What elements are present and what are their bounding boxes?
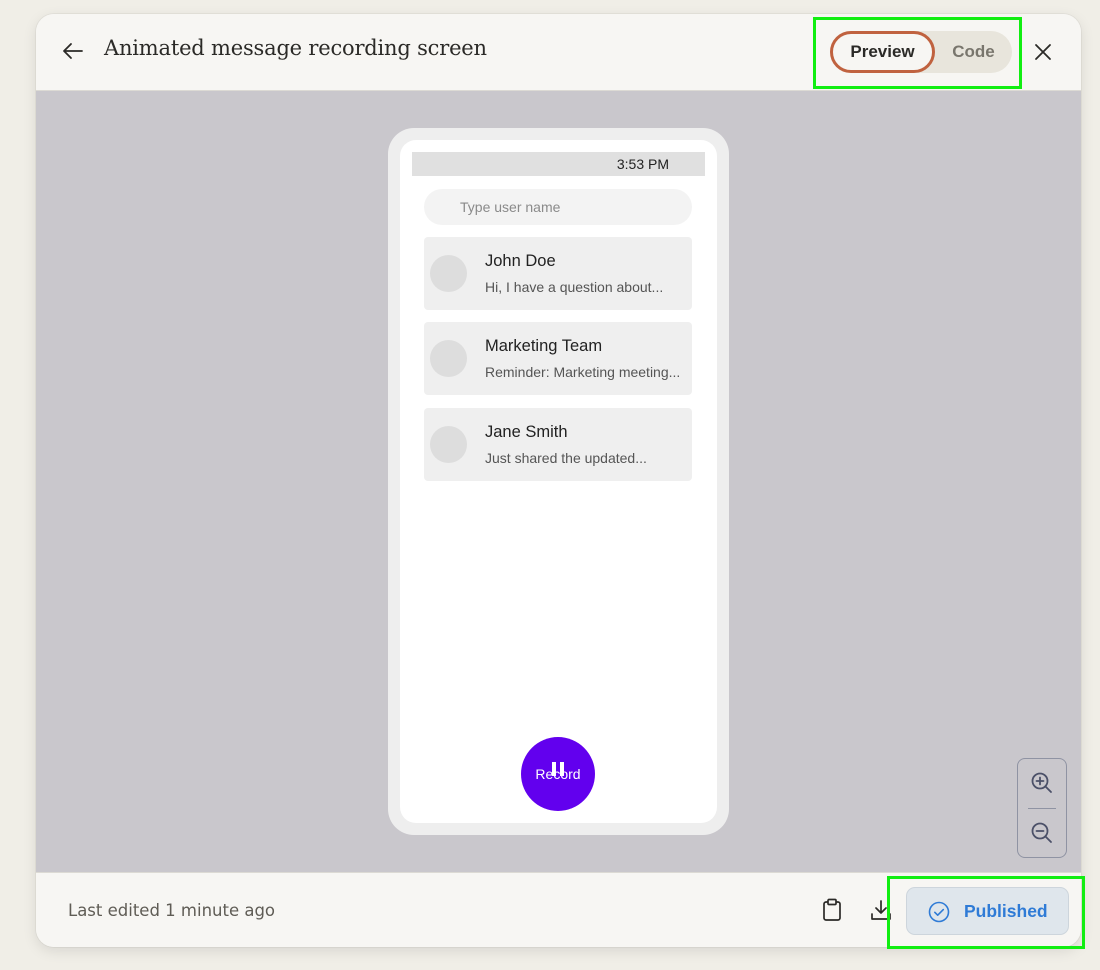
tab-code[interactable]: Code: [935, 31, 1012, 73]
chat-name: John Doe: [485, 252, 556, 270]
chat-message: Reminder: Marketing meeting...: [485, 364, 681, 380]
download-button[interactable]: [868, 897, 894, 923]
zoom-out-button[interactable]: [1018, 809, 1066, 857]
check-circle-icon: [928, 901, 950, 923]
chat-name: Jane Smith: [485, 423, 568, 441]
chat-list-item[interactable]: Jane Smith Just shared the updated...: [424, 408, 692, 481]
preview-canvas: 3:53 PM John Doe Hi, I have a question a…: [36, 91, 1081, 872]
zoom-in-icon: [1031, 772, 1052, 793]
published-label: Published: [964, 901, 1048, 921]
tab-preview[interactable]: Preview: [830, 31, 935, 73]
record-label: Record: [535, 766, 581, 782]
dialog-footer: Last edited 1 minute ago Published: [36, 872, 1081, 947]
status-time: 3:53 PM: [616, 156, 669, 172]
dialog-header: Animated message recording screen Previe…: [36, 14, 1081, 91]
zoom-out-icon: [1031, 822, 1052, 843]
chat-name: Marketing Team: [485, 337, 603, 355]
zoom-controls: [1017, 758, 1067, 858]
arrow-left-icon: [63, 43, 83, 59]
back-button[interactable]: [60, 38, 86, 64]
phone-frame: 3:53 PM John Doe Hi, I have a question a…: [388, 128, 729, 835]
download-icon: [871, 900, 891, 920]
chat-message: Just shared the updated...: [485, 450, 647, 466]
artifact-dialog: Animated message recording screen Previe…: [36, 14, 1081, 947]
avatar: [430, 426, 467, 463]
avatar: [430, 255, 467, 292]
record-button[interactable]: Record: [521, 737, 595, 811]
published-button[interactable]: Published: [906, 887, 1069, 935]
chat-list-item[interactable]: John Doe Hi, I have a question about...: [424, 237, 692, 310]
clipboard-icon: [823, 898, 841, 921]
page-title: Animated message recording screen: [104, 36, 487, 60]
copy-button[interactable]: [819, 897, 845, 923]
chat-list-item[interactable]: Marketing Team Reminder: Marketing meeti…: [424, 322, 692, 395]
chat-message: Hi, I have a question about...: [485, 279, 664, 295]
user-search-input[interactable]: [424, 189, 692, 225]
avatar: [430, 340, 467, 377]
close-button[interactable]: [1030, 39, 1056, 65]
last-edited-text: Last edited 1 minute ago: [68, 901, 276, 920]
view-toggle: Preview Code: [830, 31, 1012, 73]
status-bar: 3:53 PM: [412, 152, 705, 176]
close-icon: [1035, 44, 1051, 60]
zoom-in-button[interactable]: [1018, 759, 1066, 807]
phone-screen: 3:53 PM John Doe Hi, I have a question a…: [400, 140, 717, 823]
